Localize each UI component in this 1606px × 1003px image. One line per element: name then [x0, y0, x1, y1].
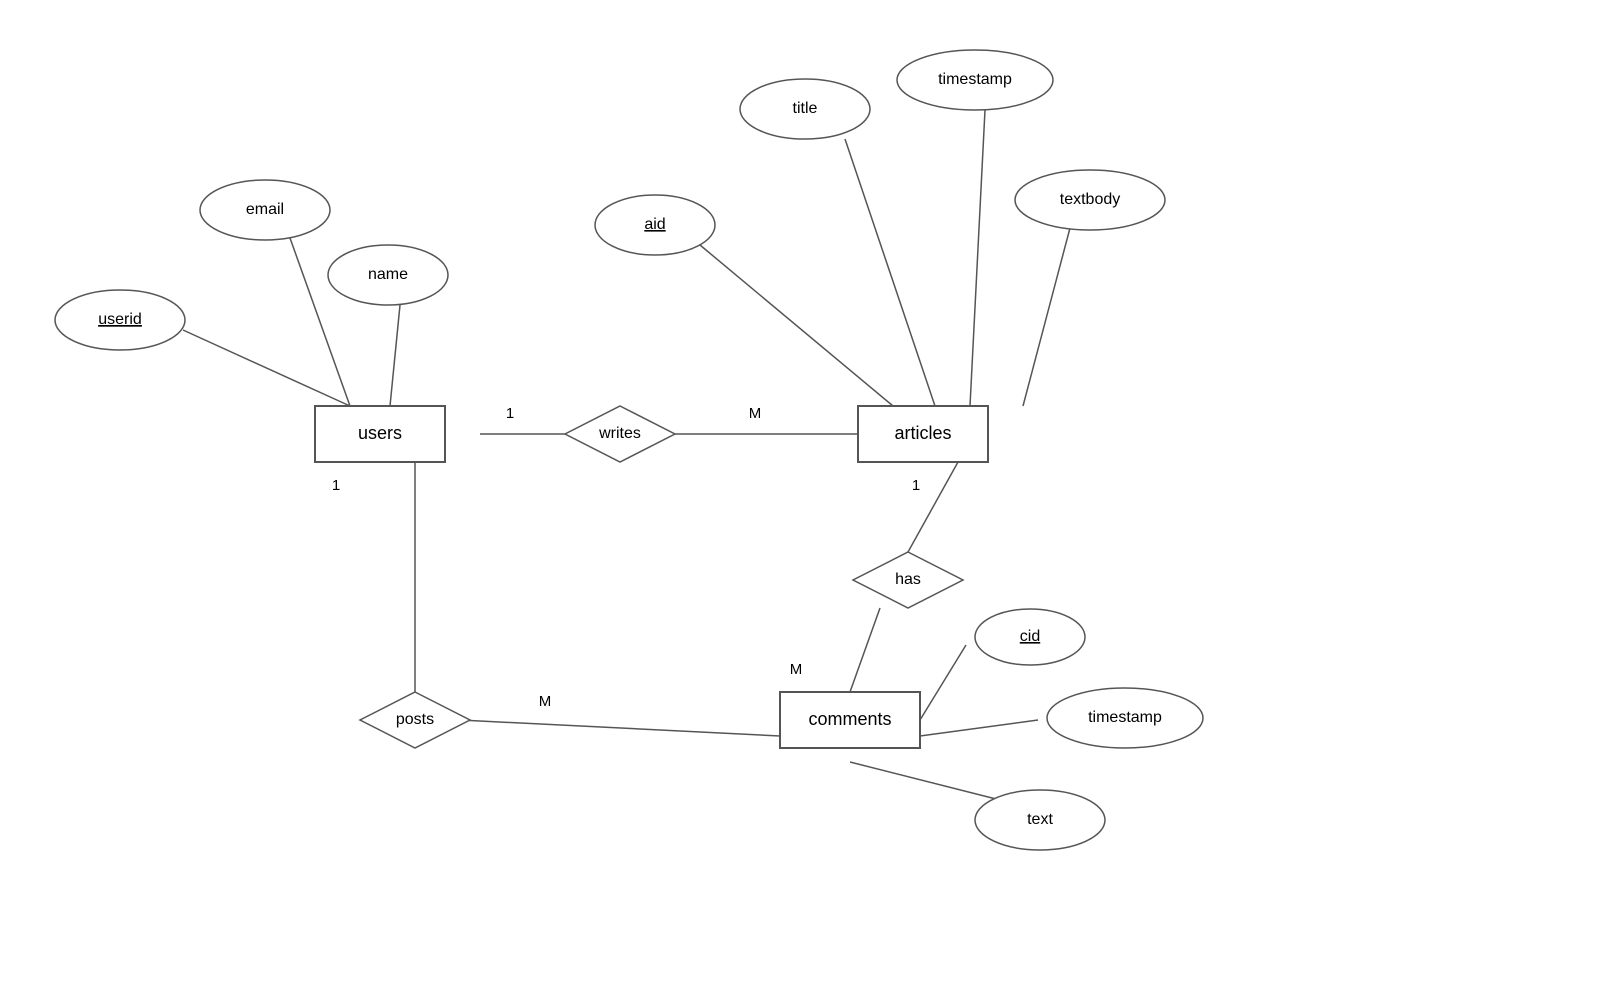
attr-textbody-label: textbody	[1060, 191, 1120, 208]
attr-userid-label: userid	[98, 311, 142, 328]
relation-posts-label: posts	[396, 711, 434, 728]
line-aid-articles	[700, 245, 893, 406]
line-textbody-articles	[1023, 228, 1070, 406]
cardinality-users-posts: 1	[332, 477, 340, 494]
line-text-comments	[850, 762, 1000, 800]
cardinality-articles-has: 1	[912, 477, 920, 494]
attr-timestamp-articles-label: timestamp	[938, 71, 1012, 88]
cardinality-has-comments: M	[790, 661, 803, 678]
line-title-articles	[845, 139, 935, 406]
attr-title-label: title	[793, 100, 818, 117]
relation-has-label: has	[895, 571, 921, 588]
line-name-users	[390, 305, 400, 406]
attr-cid-label: cid	[1020, 628, 1040, 645]
attr-aid-label: aid	[644, 216, 665, 233]
cardinality-writes-articles: M	[749, 405, 762, 422]
attr-email-label: email	[246, 201, 284, 218]
line-timestamp-comments	[920, 720, 1038, 736]
entity-articles-label: articles	[894, 423, 951, 443]
entity-comments-label: comments	[808, 709, 891, 729]
line-has-comments	[850, 608, 880, 692]
attr-timestamp-comments-label: timestamp	[1088, 709, 1162, 726]
line-articles-has	[908, 462, 958, 552]
relation-writes-label: writes	[598, 425, 641, 442]
attr-text-label: text	[1027, 811, 1053, 828]
attr-name-label: name	[368, 266, 408, 283]
cardinality-users-writes: 1	[506, 405, 514, 422]
line-cid-comments	[920, 645, 966, 720]
line-userid-users	[183, 330, 350, 406]
er-diagram: userid email name aid title timestamp te…	[0, 0, 1606, 998]
cardinality-posts-comments: M	[539, 693, 552, 710]
line-timestamp-articles	[970, 110, 985, 406]
line-posts-comments	[460, 720, 780, 736]
entity-users-label: users	[358, 423, 402, 443]
